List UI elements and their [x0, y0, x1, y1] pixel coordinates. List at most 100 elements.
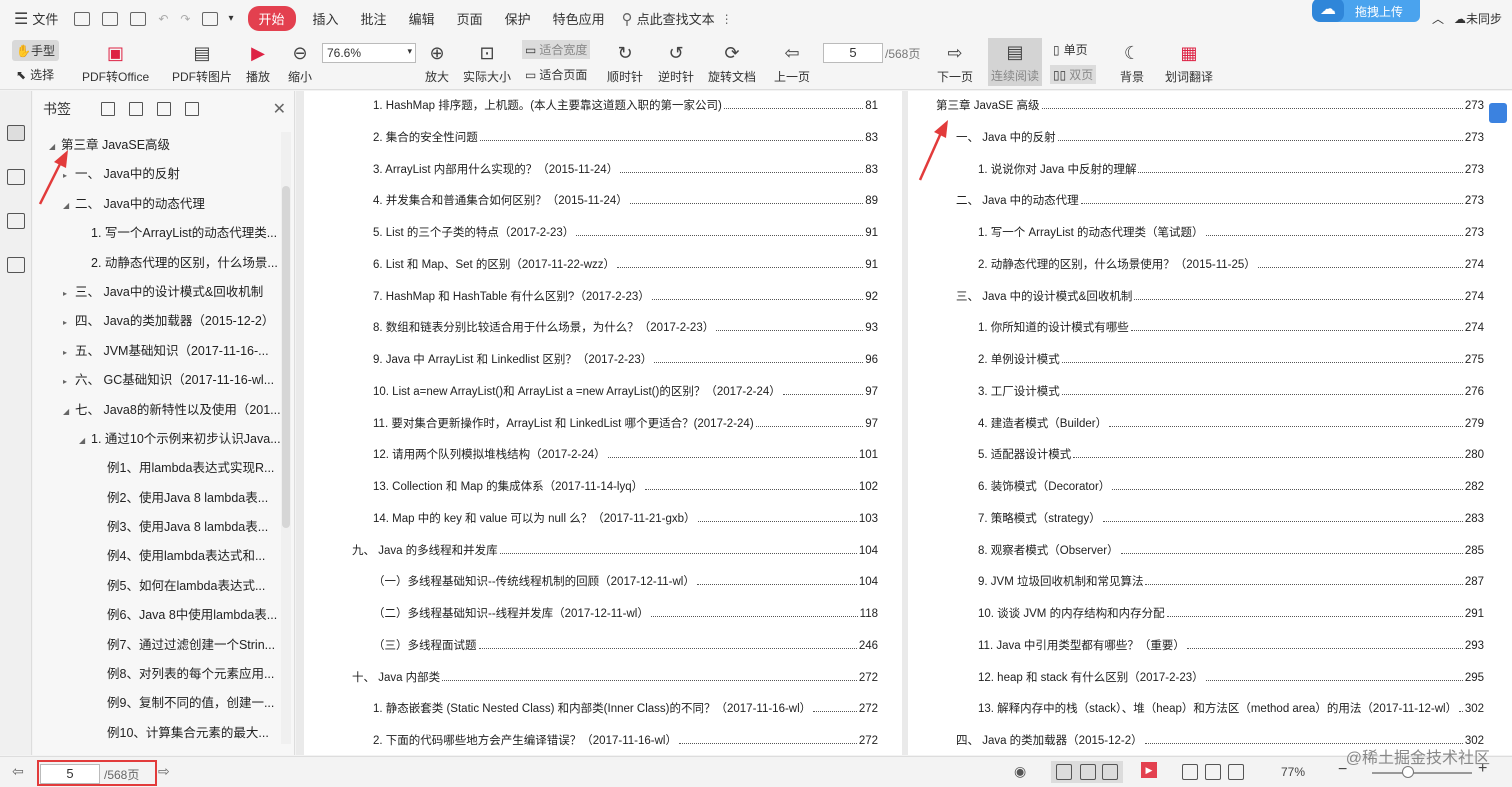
tab-features[interactable]: 特色应用	[542, 9, 616, 28]
double-view-icon[interactable]	[1102, 764, 1118, 780]
bookmark-item[interactable]: 2. 动静态代理的区别，什么场景...	[33, 249, 281, 278]
bookmark-item[interactable]: ◢ 七、 Java8的新特性以及使用（201...	[33, 396, 281, 425]
toc-entry[interactable]: 2. 单例设计模式 275	[908, 351, 1512, 367]
attachment-icon[interactable]	[7, 257, 25, 273]
toc-entry[interactable]: 10. 谈谈 JVM 的内存结构和内存分配 291	[908, 605, 1512, 621]
search-icon[interactable]: ⚲	[622, 10, 633, 28]
bookmark-item[interactable]: 例8、对列表的每个元素应用...	[33, 660, 281, 689]
play-icon[interactable]: ▶	[1141, 762, 1157, 778]
tab-insert[interactable]: 插入	[302, 9, 350, 28]
fit-width-button[interactable]: ▭ 适合宽度	[522, 40, 591, 59]
expanded-arrow-icon[interactable]: ◢	[79, 426, 91, 454]
bookmark-item[interactable]: ▸ 五、 JVM基础知识（2017-11-16-...	[33, 337, 281, 366]
open-folder-icon[interactable]	[74, 11, 91, 26]
rotate-cw-button[interactable]: ↻ 顺时针	[607, 41, 643, 85]
collapsed-arrow-icon[interactable]: ▸	[63, 308, 75, 336]
prev-page-icon[interactable]: ⇦	[12, 763, 24, 780]
tab-start[interactable]: 开始	[247, 6, 296, 31]
translate-button[interactable]: ▦ 划词翻译	[1165, 41, 1213, 85]
toc-entry[interactable]: 二、 Java 中的动态代理 273	[908, 192, 1512, 208]
prev-page-button[interactable]: ⇦ 上一页	[774, 41, 810, 85]
zoom-select[interactable]: 76.6% ▾	[322, 43, 416, 63]
fit-icon[interactable]	[1182, 764, 1198, 780]
toc-entry[interactable]: 12. heap 和 stack 有什么区别（2017-2-23） 295	[908, 669, 1512, 685]
collapsed-arrow-icon[interactable]: ▸	[63, 279, 75, 307]
toc-entry[interactable]: 7. 策略模式（strategy） 283	[908, 510, 1512, 526]
hand-tool-button[interactable]: ✋ 手型	[12, 40, 59, 61]
thumbnail-icon[interactable]	[7, 169, 25, 185]
bookmark-item[interactable]: 例4、使用lambda表达式和...	[33, 542, 281, 571]
page-number-input[interactable]: 5	[823, 43, 883, 63]
toc-entry[interactable]: 5. 适配器设计模式 280	[908, 446, 1512, 462]
scroll-thumb[interactable]	[282, 186, 290, 528]
play-button[interactable]: ▶ 播放	[246, 41, 270, 85]
pdf-to-image-button[interactable]: ▤ PDF转图片	[172, 41, 232, 85]
toc-entry[interactable]: 2. 下面的代码哪些地方会产生编译错误？（2017-11-16-wl） 272	[304, 732, 902, 748]
toc-entry[interactable]: 8. 数组和链表分别比较适合用于什么场景，为什么？（2017-2-23） 93	[304, 319, 902, 335]
rotate-document-button[interactable]: ⟳ 旋转文档	[708, 41, 756, 85]
toc-entry[interactable]: 3. ArrayList 内部用什么实现的？（2015-11-24） 83	[304, 161, 902, 177]
bookmark-item[interactable]: 例1、用lambda表达式实现R...	[33, 454, 281, 483]
bookmark-item[interactable]: ▸ 三、 Java中的设计模式&回收机制	[33, 278, 281, 307]
toc-entry[interactable]: 第三章 JavaSE 高级 273	[908, 97, 1512, 113]
annotation-icon[interactable]	[7, 213, 25, 229]
bookmark-item[interactable]: ▸ 四、 Java的类加载器（2015-12-2）	[33, 307, 281, 336]
bookmark-item[interactable]: 例2、使用Java 8 lambda表...	[33, 484, 281, 513]
upload-button[interactable]: ☁ 拖拽上传	[1312, 0, 1420, 22]
bookmark-item[interactable]: ▸ 六、 GC基础知识（2017-11-16-wl...	[33, 366, 281, 395]
toc-entry[interactable]: 9. JVM 垃圾回收机制和常见算法 287	[908, 573, 1512, 589]
collapsed-arrow-icon[interactable]: ▸	[63, 367, 75, 395]
toc-entry[interactable]: 十、 Java 内部类 272	[304, 669, 902, 685]
toc-entry[interactable]: 11. Java 中引用类型都有哪些？（重要） 293	[908, 637, 1512, 653]
toc-entry[interactable]: 2. 集合的安全性问题 83	[304, 129, 902, 145]
toc-entry[interactable]: （三）多线程面试题 246	[304, 637, 902, 653]
collapse-all-icon[interactable]	[129, 102, 143, 116]
more-icon[interactable]: ⋮	[721, 12, 733, 26]
toc-entry[interactable]: 1. 你所知道的设计模式有哪些 274	[908, 319, 1512, 335]
toc-entry[interactable]: 10. List a=new ArrayList()和 ArrayList a …	[304, 383, 902, 399]
bookmark-item[interactable]: 例7、通过过滤创建一个Strin...	[33, 631, 281, 660]
toc-entry[interactable]: 1. 写一个 ArrayList 的动态代理类（笔试题） 273	[908, 224, 1512, 240]
pdf-to-office-button[interactable]: ▣ PDF转Office	[82, 41, 149, 85]
save-icon[interactable]	[102, 11, 119, 26]
dropdown-icon[interactable]: ▾	[228, 13, 233, 24]
actual-size-button[interactable]: ⊡ 实际大小	[463, 41, 511, 85]
toc-entry[interactable]: 1. 说说你对 Java 中反射的理解 273	[908, 161, 1512, 177]
toc-entry[interactable]: 3. 工厂设计模式 276	[908, 383, 1512, 399]
toc-entry[interactable]: 1. 静态嵌套类 (Static Nested Class) 和内部类(Inne…	[304, 700, 902, 716]
expanded-arrow-icon[interactable]: ◢	[63, 397, 75, 425]
tab-protect[interactable]: 保护	[494, 9, 542, 28]
zoom-slider[interactable]	[1372, 766, 1472, 778]
menu-icon[interactable]: ☰	[14, 9, 28, 29]
bookmark-item[interactable]: 例3、使用Java 8 lambda表...	[33, 513, 281, 542]
zoom-out-button[interactable]: ⊖ 缩小	[288, 41, 312, 85]
toc-entry[interactable]: 6. List 和 Map、Set 的区别（2017-11-22-wzz） 91	[304, 256, 902, 272]
toc-entry[interactable]: 7. HashMap 和 HashTable 有什么区别?（2017-2-23）…	[304, 288, 902, 304]
search-text-button[interactable]: 点此查找文本	[637, 9, 715, 28]
toc-entry[interactable]: 12. 请用两个队列模拟堆栈结构（2017-2-24） 101	[304, 446, 902, 462]
side-tool-icon[interactable]	[1489, 103, 1507, 123]
toc-entry[interactable]: 4. 并发集合和普通集合如何区别？（2015-11-24） 89	[304, 192, 902, 208]
double-page-button[interactable]: ▯▯ 双页	[1050, 65, 1097, 84]
add-bookmark-icon[interactable]	[157, 102, 171, 116]
close-icon[interactable]: ✕	[273, 99, 286, 119]
bookmark-item[interactable]: ◢ 1. 通过10个示例来初步认识Java...	[33, 425, 281, 454]
bookmark-item[interactable]: 例6、Java 8中使用lambda表...	[33, 601, 281, 630]
toc-entry[interactable]: 1. HashMap 排序题，上机题。(本人主要靠这道题入职的第一家公司) 81	[304, 97, 902, 113]
toc-entry[interactable]: 14. Map 中的 key 和 value 可以为 null 么？（2017-…	[304, 510, 902, 526]
fullscreen-icon[interactable]	[1205, 764, 1221, 780]
next-page-icon[interactable]: ⇨	[158, 763, 170, 780]
toc-entry[interactable]: 6. 装饰模式（Decorator） 282	[908, 478, 1512, 494]
tab-edit[interactable]: 编辑	[398, 9, 446, 28]
next-page-button[interactable]: ⇨ 下一页	[937, 41, 973, 85]
chevron-up-icon[interactable]: ︿	[1432, 12, 1444, 26]
continuous-read-button[interactable]: ▤ 连续阅读	[988, 38, 1043, 86]
undo-icon[interactable]: ↶	[158, 12, 168, 26]
toc-entry[interactable]: 5. List 的三个子类的特点（2017-2-23） 91	[304, 224, 902, 240]
bookmark-item[interactable]: 1. 写一个ArrayList的动态代理类...	[33, 219, 281, 248]
eye-icon[interactable]: ◉	[1014, 763, 1026, 780]
bookmark-panel-icon[interactable]	[7, 125, 25, 141]
toc-entry[interactable]: 13. Collection 和 Map 的集成体系（2017-11-14-ly…	[304, 478, 902, 494]
zoom-in-button[interactable]: ⊕ 放大	[425, 41, 449, 85]
continuous-view-icon[interactable]	[1056, 764, 1072, 780]
